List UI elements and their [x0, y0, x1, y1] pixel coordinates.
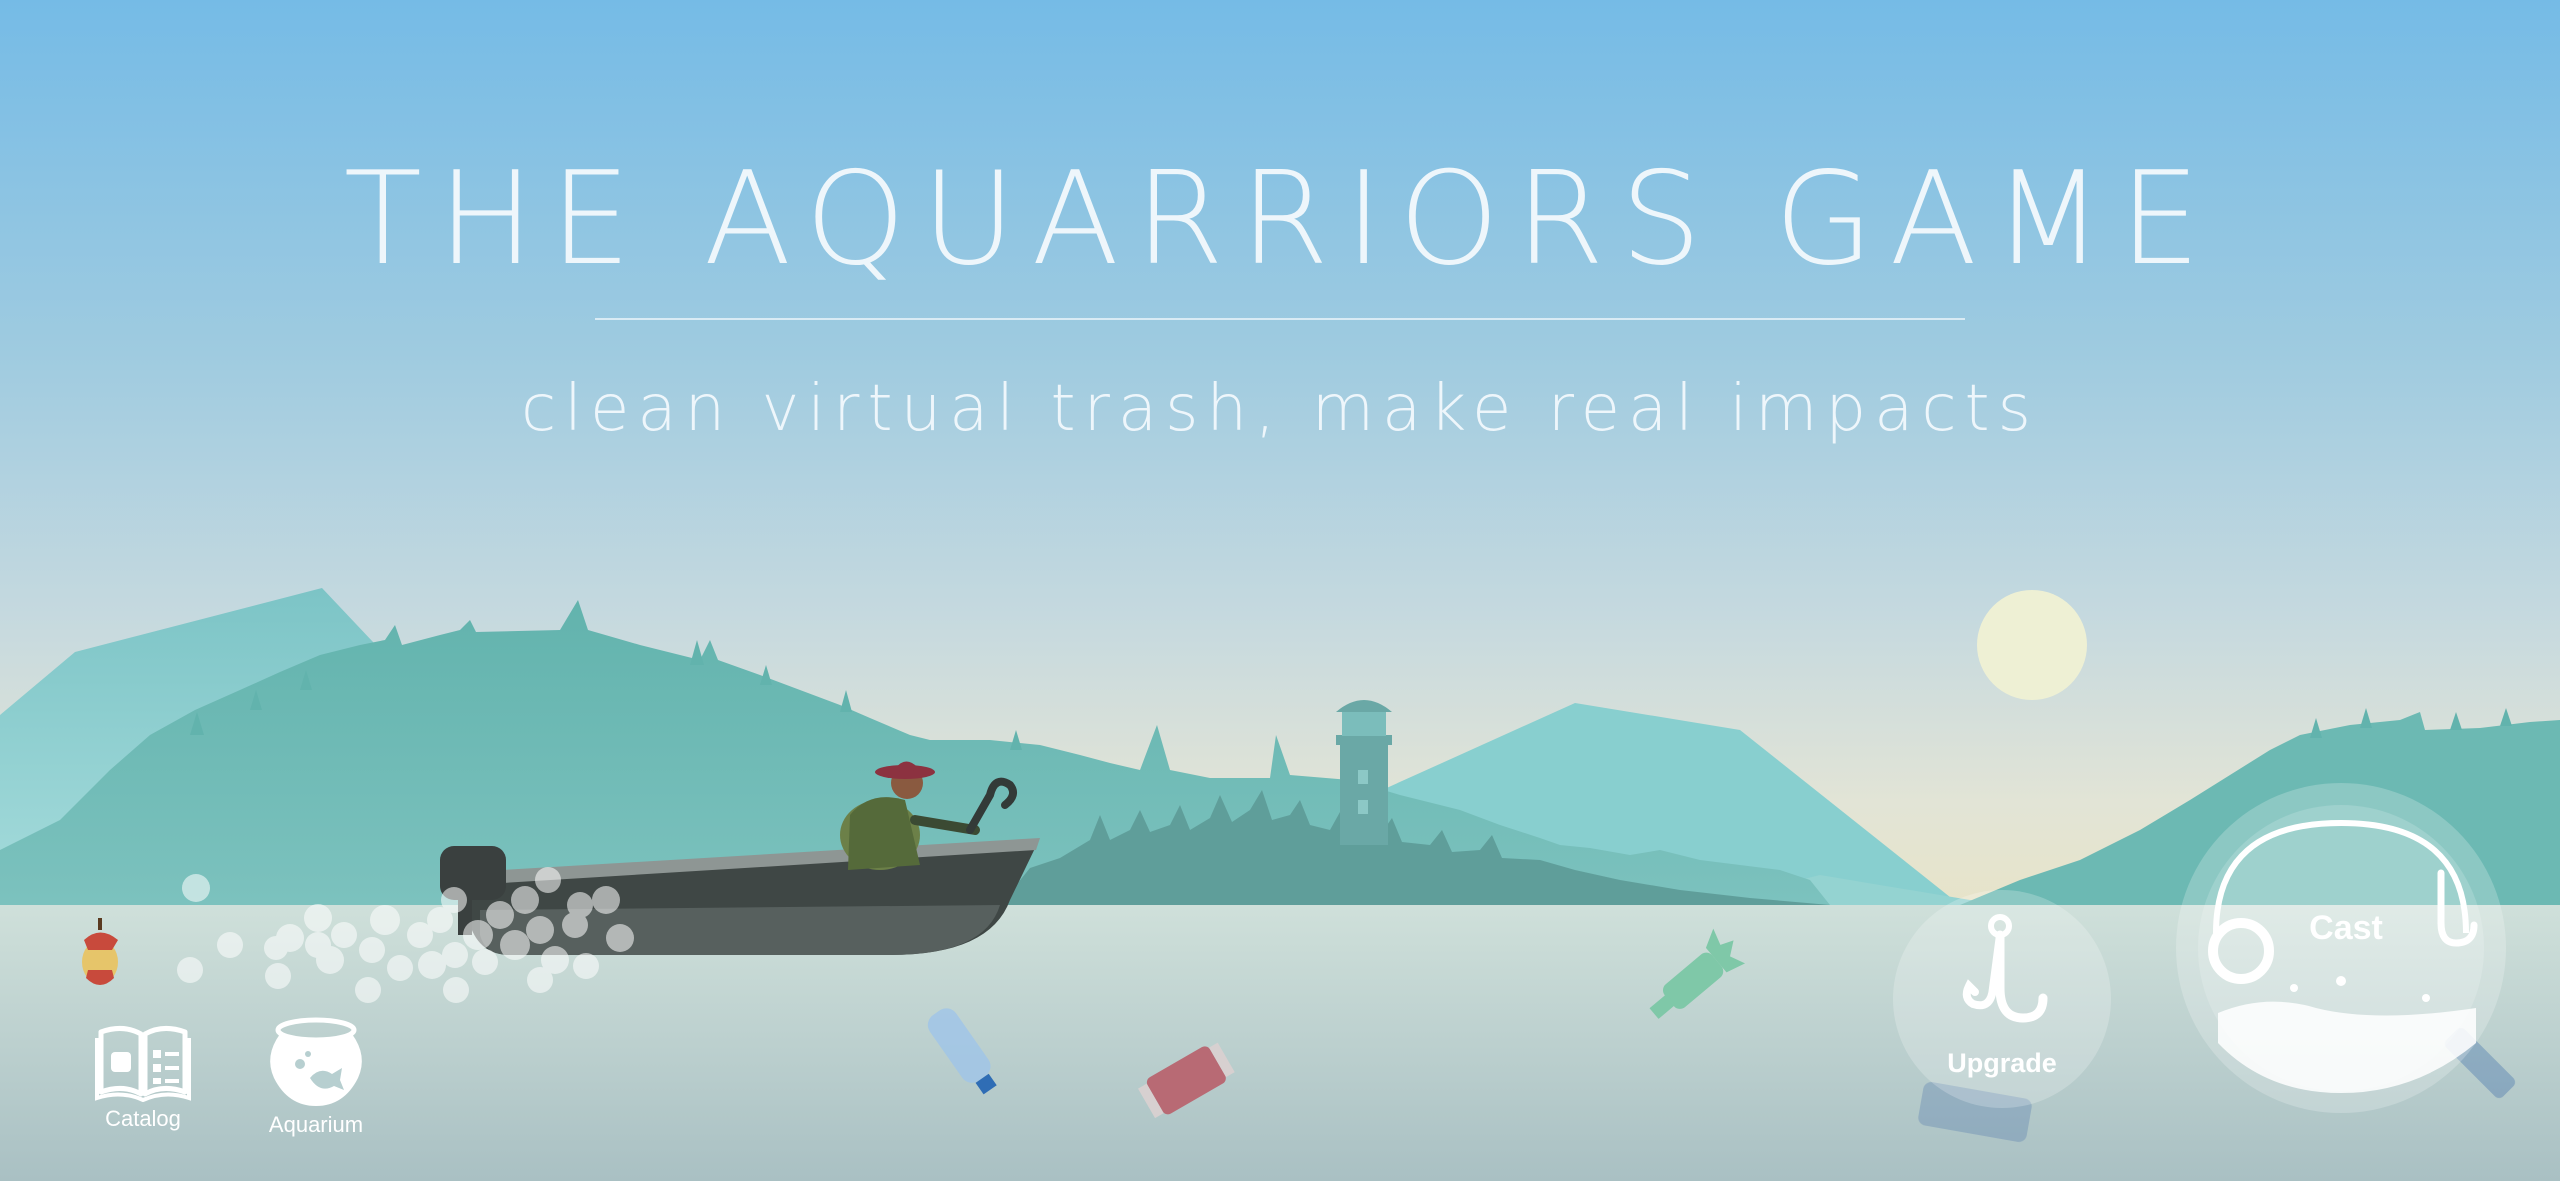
- fishing-hook-icon: [1962, 914, 2048, 1023]
- sun: [1977, 590, 2087, 700]
- title-divider: [595, 318, 1965, 320]
- lighthouse: [1336, 700, 1392, 845]
- fishbowl-icon: [270, 1017, 362, 1106]
- aquarium-button[interactable]: Aquarium: [256, 1016, 376, 1138]
- upgrade-button[interactable]: Upgrade: [1893, 890, 2111, 1108]
- game-title: THE AQUARRIORS GAME: [343, 145, 2217, 294]
- upgrade-label: Upgrade: [1947, 1048, 2057, 1078]
- catalog-button[interactable]: Catalog: [88, 1022, 198, 1132]
- aquarium-label: Aquarium: [268, 1112, 364, 1137]
- cast-label: Cast: [2309, 909, 2383, 947]
- open-book-icon: [95, 1026, 191, 1103]
- catalog-label: Catalog: [105, 1106, 181, 1131]
- fishing-line-icon: [2208, 819, 2478, 1093]
- tagline: clean virtual trash, make real impacts: [521, 372, 2039, 446]
- cast-button[interactable]: Cast: [2176, 783, 2506, 1113]
